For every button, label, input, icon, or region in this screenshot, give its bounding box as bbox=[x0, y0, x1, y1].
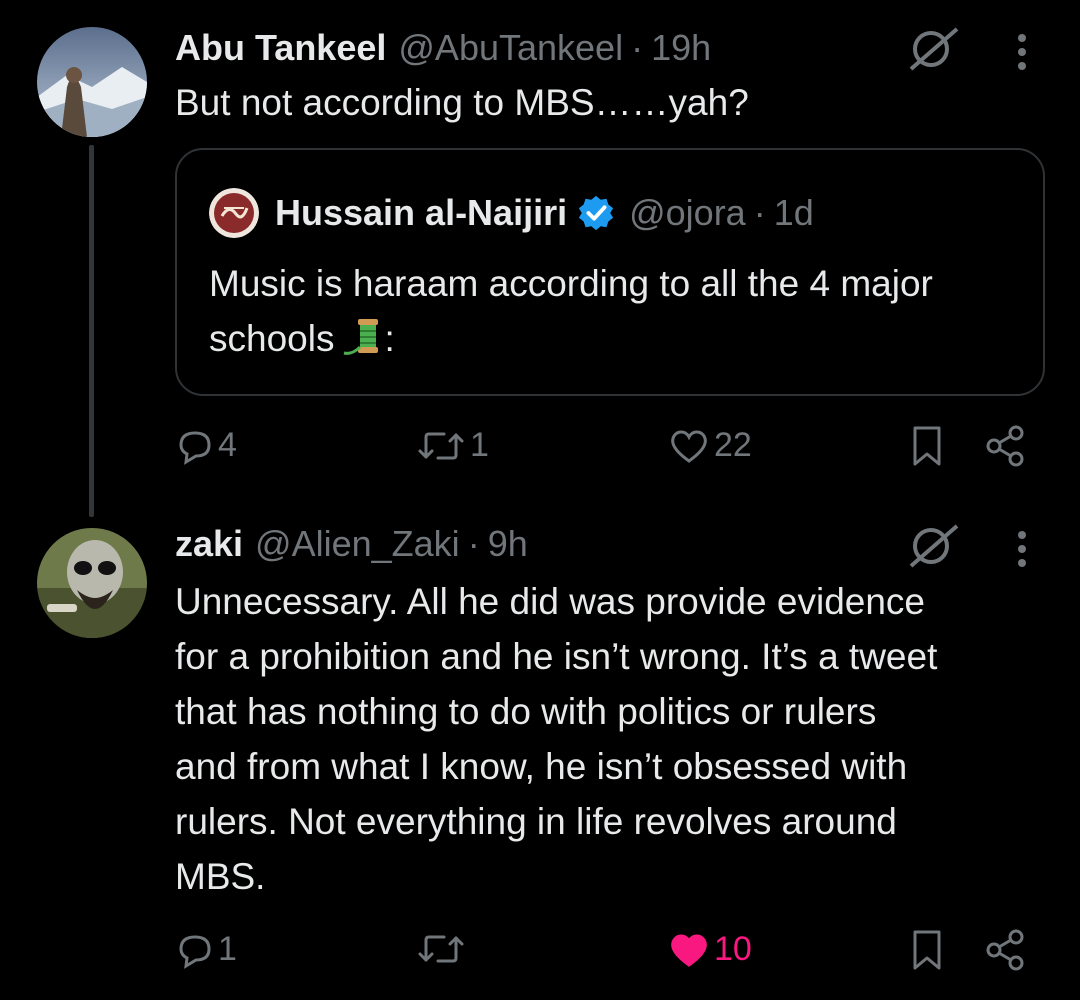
retweet-icon bbox=[418, 935, 464, 963]
tweet2-text: Unnecessary. All he did was provide evid… bbox=[175, 574, 1055, 904]
avatar-hussain[interactable] bbox=[209, 188, 259, 238]
quote-text-main: Music is haraam according to all the 4 m… bbox=[209, 263, 933, 359]
author-name[interactable]: Abu Tankeel bbox=[175, 27, 386, 69]
tweet2-line: that has nothing to do with politics or … bbox=[175, 691, 877, 732]
like-button[interactable]: 10 bbox=[668, 930, 752, 969]
verified-icon bbox=[579, 195, 614, 231]
tweet2-line: for a prohibition and he isn’t wrong. It… bbox=[175, 636, 938, 677]
tweet2-line: Unnecessary. All he did was provide evid… bbox=[175, 581, 926, 622]
retweet-button[interactable]: 1 bbox=[416, 426, 489, 465]
spool-emoji bbox=[344, 319, 379, 355]
share-button[interactable] bbox=[985, 928, 1027, 972]
avatar-zaki[interactable] bbox=[37, 528, 147, 638]
quote-text: Music is haraam according to all the 4 m… bbox=[209, 256, 1009, 366]
reply-button[interactable]: 4 bbox=[176, 426, 237, 465]
bookmark-icon bbox=[913, 930, 941, 970]
reply-button[interactable]: 1 bbox=[176, 930, 237, 969]
quote-author-handle[interactable]: @ojora bbox=[629, 192, 746, 234]
avatar-abu-tankeel[interactable] bbox=[37, 27, 147, 137]
separator-dot: · bbox=[753, 192, 766, 233]
reply-count: 1 bbox=[218, 930, 237, 968]
separator-dot: · bbox=[631, 27, 644, 68]
quote-header: Hussain al-Naijiri @ojora · 1d bbox=[209, 188, 814, 238]
reply-icon bbox=[179, 934, 211, 969]
author-handle[interactable]: @Alien_Zaki bbox=[255, 523, 460, 565]
like-button[interactable]: 22 bbox=[668, 426, 752, 465]
quote-timestamp[interactable]: 1d bbox=[774, 192, 814, 234]
more-vertical-icon[interactable] bbox=[1012, 32, 1032, 72]
grok-icon[interactable] bbox=[905, 522, 961, 570]
author-name[interactable]: zaki bbox=[175, 523, 243, 565]
heart-icon bbox=[671, 430, 707, 463]
thread-connector bbox=[89, 145, 94, 517]
reply-thread: Abu Tankeel @AbuTankeel · 19h But not ac… bbox=[0, 0, 1080, 1000]
timestamp[interactable]: 9h bbox=[488, 523, 528, 565]
bookmark-button[interactable] bbox=[910, 928, 944, 972]
tweet2-line: rulers. Not everything in life revolves … bbox=[175, 801, 897, 842]
share-icon bbox=[986, 425, 1024, 467]
share-icon bbox=[986, 929, 1024, 971]
quote-author-name[interactable]: Hussain al-Naijiri bbox=[275, 192, 567, 234]
timestamp[interactable]: 19h bbox=[651, 27, 711, 69]
author-handle[interactable]: @AbuTankeel bbox=[398, 27, 623, 69]
like-count: 22 bbox=[714, 426, 752, 464]
heart-icon bbox=[671, 934, 707, 967]
quote-text-suffix: : bbox=[384, 318, 395, 359]
retweet-button[interactable] bbox=[416, 930, 470, 968]
reply-icon bbox=[179, 430, 211, 465]
tweet1-header: Abu Tankeel @AbuTankeel · 19h bbox=[175, 27, 711, 69]
separator-dot: · bbox=[467, 523, 480, 564]
reply-count: 4 bbox=[218, 426, 237, 464]
like-count: 10 bbox=[714, 930, 752, 968]
tweet1-text: But not according to MBS……yah? bbox=[175, 82, 749, 123]
grok-icon[interactable] bbox=[905, 25, 961, 73]
bookmark-icon bbox=[913, 426, 941, 466]
share-button[interactable] bbox=[985, 424, 1027, 468]
retweet-icon bbox=[418, 432, 464, 459]
bookmark-button[interactable] bbox=[910, 424, 944, 468]
retweet-count: 1 bbox=[470, 426, 489, 464]
tweet2-header: zaki @Alien_Zaki · 9h bbox=[175, 523, 528, 565]
tweet2-line: and from what I know, he isn’t obsessed … bbox=[175, 746, 908, 787]
tweet2-line: MBS. bbox=[175, 856, 266, 897]
more-vertical-icon[interactable] bbox=[1012, 529, 1032, 569]
quoted-tweet-card[interactable]: Hussain al-Naijiri @ojora · 1d Music is … bbox=[175, 148, 1045, 396]
